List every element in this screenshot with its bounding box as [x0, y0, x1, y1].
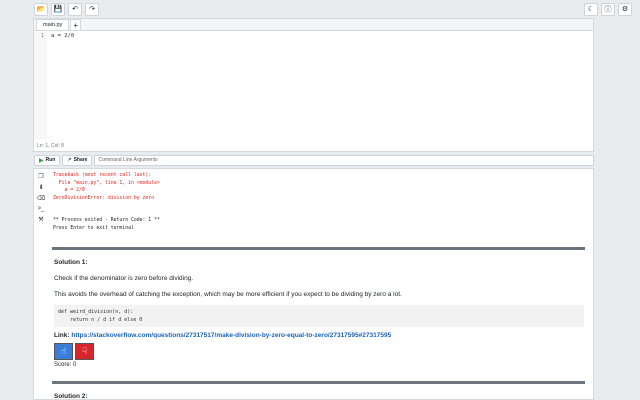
error-line: File "main.py", line 1, in <module> — [53, 180, 160, 186]
thumbs-up-icon[interactable]: ☝ — [54, 343, 73, 360]
output-panel: ❐ ⬇ ⌫ >_ ⚒ Traceback (most recent call l… — [33, 168, 594, 400]
run-label: Run — [45, 157, 56, 163]
save-icon[interactable]: 💾 — [51, 2, 65, 16]
code-area[interactable]: 1 a = 2/0 — [34, 32, 593, 139]
console-tools: ❐ ⬇ ⌫ >_ ⚒ — [34, 169, 48, 399]
solution-link-row: Link: https://stackoverflow.com/question… — [54, 332, 584, 339]
solution-title: Solution 1: — [54, 259, 88, 266]
vote-buttons: ☝ ☟ — [54, 343, 584, 360]
solution-text: Check if the denominator is zero before … — [54, 275, 194, 282]
terminal-output[interactable]: Traceback (most recent call last): File … — [52, 172, 585, 246]
output-line: ** Process exited - Return Code: 1 ** — [53, 218, 160, 223]
play-icon: ▶ — [39, 157, 44, 164]
output-content: Traceback (most recent call last): File … — [52, 169, 585, 400]
terminal-icon[interactable]: >_ — [38, 206, 45, 212]
code-line[interactable]: a = 2/0 — [51, 33, 74, 39]
section-divider — [52, 247, 585, 250]
tab-main-py[interactable]: main.py — [36, 19, 70, 30]
share-icon: ↗ — [67, 157, 72, 163]
solution-text: This avoids the overhead of catching the… — [54, 291, 402, 298]
folder-open-icon[interactable]: 📂 — [34, 2, 48, 16]
file-actions: 📂 💾 ↶ ↷ — [34, 2, 99, 16]
thumbs-down-icon[interactable]: ☟ — [75, 343, 94, 360]
download-icon[interactable]: ⬇ — [38, 184, 43, 191]
app-actions: ☾ ⓘ ⚙ — [584, 2, 632, 16]
share-label: Share — [73, 157, 88, 163]
undo-icon[interactable]: ↶ — [68, 2, 82, 16]
run-button[interactable]: ▶ Run — [34, 154, 61, 166]
error-line: Traceback (most recent call last): — [53, 173, 152, 178]
line-number: 1 — [40, 33, 44, 39]
solution-code: def weird_division(n, d): return n / d i… — [54, 305, 584, 327]
error-line: a = 2/0 — [53, 188, 85, 193]
error-line: ZeroDivisionError: division by zero — [53, 195, 155, 201]
tools-icon[interactable]: ⚒ — [38, 216, 43, 223]
solution-2: Solution 2: — [54, 393, 584, 400]
redo-icon[interactable]: ↷ — [85, 2, 99, 16]
solution-link[interactable]: https://stackoverflow.com/questions/2731… — [71, 332, 391, 339]
output-line: Press Enter to exit terminal — [53, 225, 134, 231]
line-gutter: 1 — [34, 32, 47, 139]
link-label: Link: — [54, 332, 70, 339]
eraser-icon[interactable]: ⌫ — [37, 195, 45, 202]
top-toolbar: 📂 💾 ↶ ↷ ☾ ⓘ ⚙ — [0, 0, 640, 18]
solution-score: Score: 0 — [54, 362, 77, 368]
code-editor: main.py + 1 a = 2/0 Ln: 1, Col: 8 — [33, 18, 594, 152]
moon-icon[interactable]: ☾ — [584, 2, 598, 16]
file-tabs: main.py + — [34, 19, 593, 31]
add-tab-button[interactable]: + — [70, 19, 82, 30]
cursor-status: Ln: 1, Col: 8 — [37, 143, 64, 149]
share-button[interactable]: ↗ Share — [62, 154, 93, 166]
run-bar: ▶ Run ↗ Share — [33, 154, 594, 166]
solution-title: Solution 2: — [54, 393, 88, 400]
solution-1: Solution 1: Check if the denominator is … — [54, 259, 584, 368]
info-icon[interactable]: ⓘ — [601, 2, 615, 16]
section-divider — [52, 381, 585, 384]
command-line-arguments-input[interactable] — [94, 154, 594, 166]
copy-icon[interactable]: ❐ — [38, 173, 43, 180]
settings-icon[interactable]: ⚙ — [618, 2, 632, 16]
